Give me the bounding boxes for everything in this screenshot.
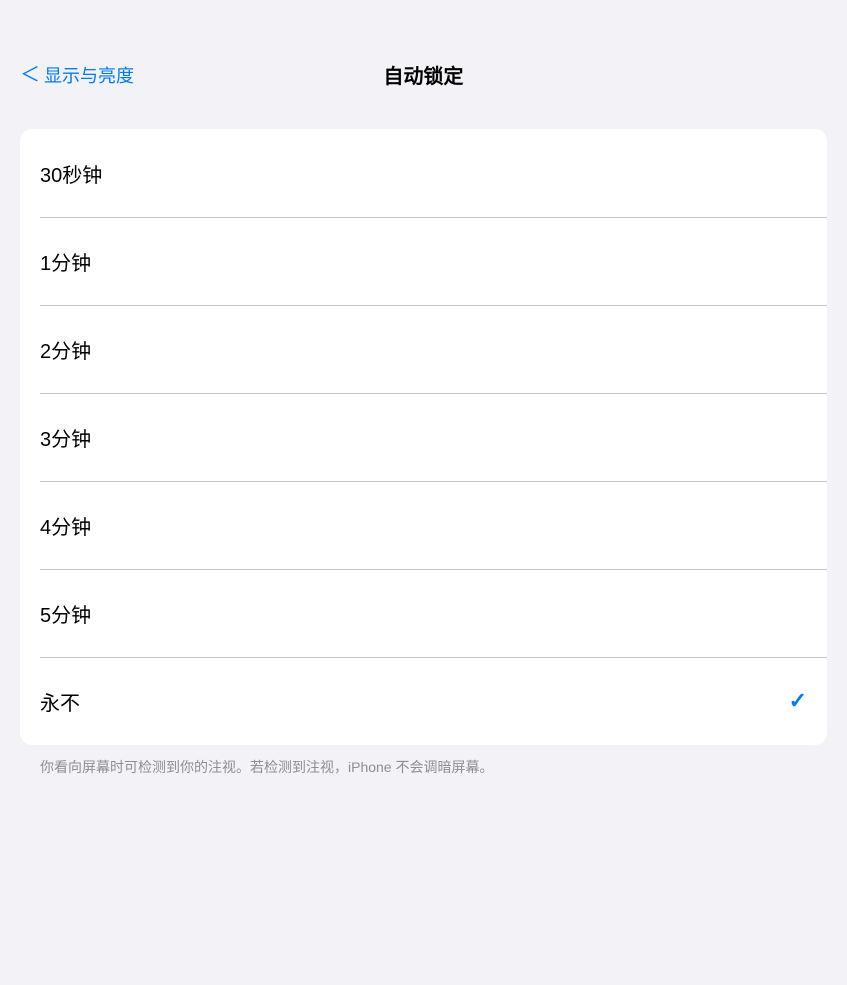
page-title: 自动锁定	[384, 60, 464, 89]
list-item-label-2m: 2分钟	[40, 335, 91, 364]
list-item-label-1m: 1分钟	[40, 247, 91, 276]
list-item-2m[interactable]: 2分钟	[20, 305, 827, 393]
list-item-5m[interactable]: 5分钟	[20, 569, 827, 657]
back-label: 显示与亮度	[44, 62, 134, 88]
main-content: 30秒钟 1分钟 2分钟 3分钟 4分钟 5分钟永不 ✓ 你看向屏幕时可检测到你的注视。若检…	[0, 109, 847, 794]
back-chevron-icon: ＜	[20, 65, 40, 85]
list-item-label-30s: 30秒钟	[40, 159, 102, 188]
list-item-label-never: 永不	[40, 687, 80, 716]
list-item-3m[interactable]: 3分钟	[20, 393, 827, 481]
list-item-label-4m: 4分钟	[40, 511, 91, 540]
navigation-header: ＜ 显示与亮度 自动锁定	[0, 0, 847, 109]
options-list: 30秒钟 1分钟 2分钟 3分钟 4分钟 5分钟永不 ✓	[20, 129, 827, 745]
footer-description: 你看向屏幕时可检测到你的注视。若检测到注视，iPhone 不会调暗屏幕。	[20, 745, 827, 778]
list-item-never[interactable]: 永不 ✓	[20, 657, 827, 745]
list-item-label-5m: 5分钟	[40, 599, 91, 628]
list-item-30s[interactable]: 30秒钟	[20, 129, 827, 217]
back-button[interactable]: ＜ 显示与亮度	[20, 62, 134, 88]
checkmark-icon-never: ✓	[789, 688, 807, 714]
list-item-1m[interactable]: 1分钟	[20, 217, 827, 305]
list-item-label-3m: 3分钟	[40, 423, 91, 452]
list-item-4m[interactable]: 4分钟	[20, 481, 827, 569]
